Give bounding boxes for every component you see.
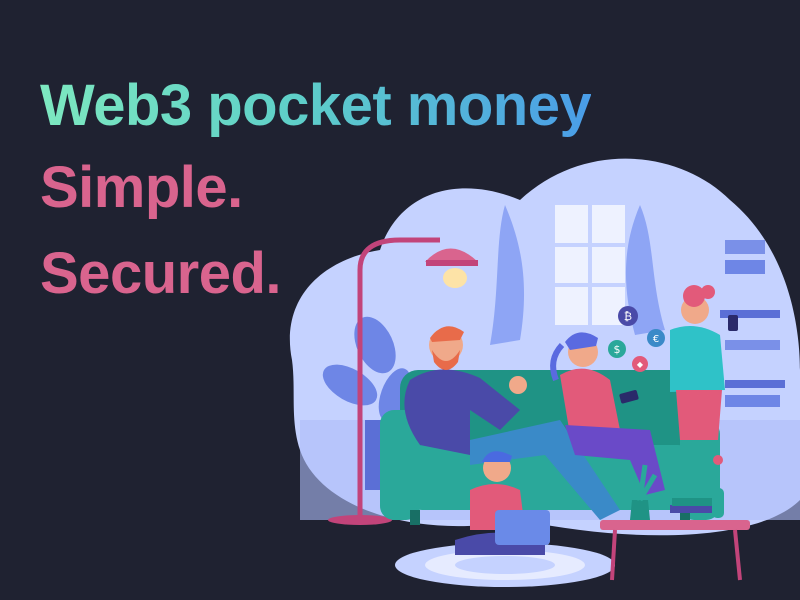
ethereum-symbol: ◆ <box>637 360 644 369</box>
window <box>555 205 625 325</box>
bitcoin-symbol: ₿ <box>624 310 632 323</box>
family-illustration: ₿ $ € ◆ <box>289 158 800 587</box>
euro-coin-icon: € <box>647 329 665 347</box>
euro-symbol: € <box>653 334 659 345</box>
dollar-coin-icon: $ <box>608 340 626 358</box>
ethereum-coin-icon: ◆ <box>632 356 648 372</box>
dollar-symbol: $ <box>614 343 621 356</box>
bitcoin-coin-icon: ₿ <box>618 306 638 326</box>
